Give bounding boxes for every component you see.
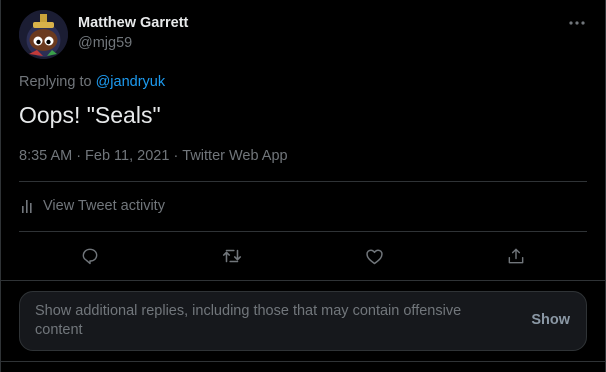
tweet-detail: Matthew Garrett @mjg59 Replying to @jand… [0,0,606,372]
bar-chart-icon [19,197,37,215]
avatar[interactable] [19,10,68,59]
show-replies-button[interactable]: Show [531,312,570,328]
reply-button[interactable] [78,244,102,268]
share-button[interactable] [504,244,528,268]
divider [19,181,587,182]
replying-prefix: Replying to [19,74,92,90]
additional-replies-notice: Show additional replies, including those… [19,291,587,351]
author-name[interactable]: Matthew Garrett [78,15,188,31]
tweet-meta: 8:35 AM · Feb 11, 2021 · Twitter Web App [19,148,288,164]
tweet-date[interactable]: Feb 11, 2021 [85,148,169,164]
avatar-image [19,10,68,59]
tweet-time[interactable]: 8:35 AM [19,148,72,164]
divider [1,280,606,281]
replying-to: Replying to @jandryuk [19,74,165,90]
reply-icon [82,248,98,265]
notice-text: Show additional replies, including those… [35,303,462,338]
divider [19,231,587,232]
more-options-button[interactable] [563,12,591,34]
view-activity-label: View Tweet activity [43,198,165,214]
tweet-source[interactable]: Twitter Web App [182,148,287,164]
tweet-text: Oops! "Seals" [19,102,161,128]
meta-separator: · [173,148,179,164]
heart-icon [365,248,383,264]
meta-separator: · [76,148,82,164]
retweet-icon [222,249,242,263]
more-dots-icon [569,21,585,25]
replying-to-link[interactable]: @jandryuk [96,74,166,90]
view-activity-link[interactable]: View Tweet activity [19,195,165,217]
divider [1,361,606,362]
like-button[interactable] [362,244,386,268]
share-icon [508,248,524,264]
author-handle[interactable]: @mjg59 [78,35,132,51]
retweet-button[interactable] [220,244,244,268]
